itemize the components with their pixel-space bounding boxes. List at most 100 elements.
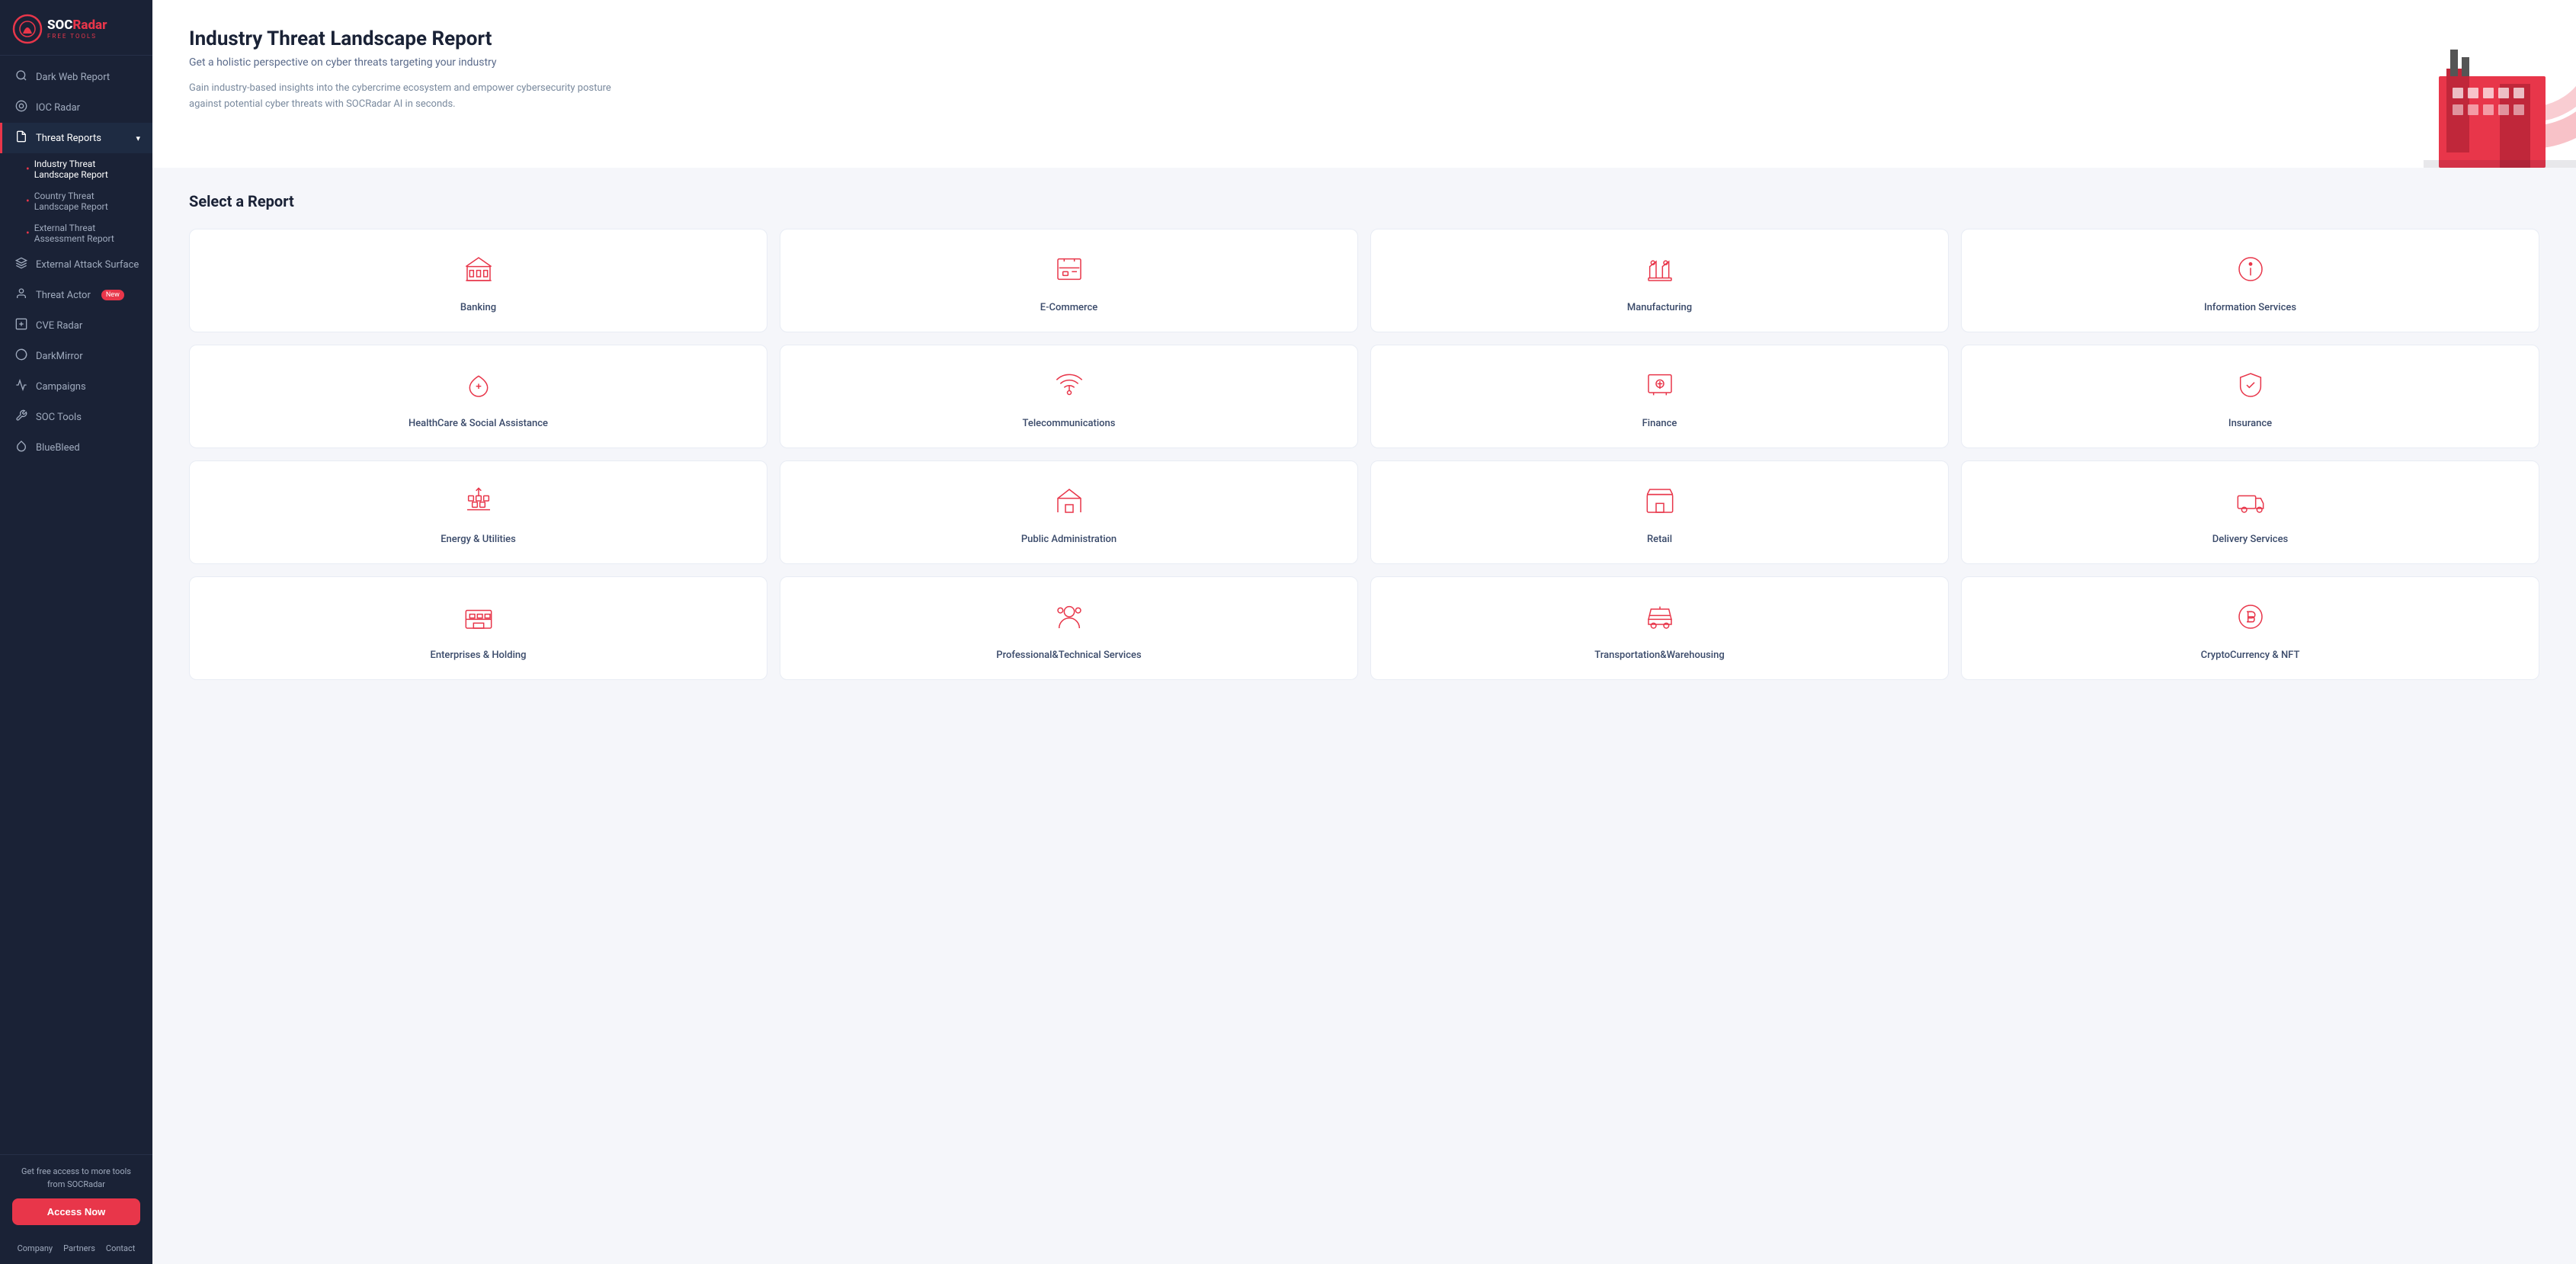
- new-badge: New: [101, 290, 124, 300]
- sub-country-threat[interactable]: Country Threat Landscape Report: [26, 185, 152, 217]
- report-card-healthcare[interactable]: HealthCare & Social Assistance: [189, 345, 767, 448]
- report-card-telecom[interactable]: Telecommunications: [780, 345, 1358, 448]
- report-card-professional[interactable]: Professional&Technical Services: [780, 576, 1358, 680]
- threat-reports-label: Threat Reports: [36, 133, 101, 144]
- healthcare-icon: [463, 370, 494, 407]
- threat-reports-arrow: ▾: [136, 133, 140, 143]
- logo-icon: [12, 14, 43, 44]
- main-content: Industry Threat Landscape Report Get a h…: [152, 0, 2576, 1264]
- darkmirror-label: DarkMirror: [36, 351, 83, 362]
- bluebleed-label: BlueBleed: [36, 442, 80, 454]
- report-card-ecommerce[interactable]: E-Commerce: [780, 229, 1358, 332]
- sub-external-label: External Threat Assessment Report: [34, 223, 140, 244]
- logo-area: SOCRadar FREE TOOLS: [0, 0, 152, 56]
- sidebar-item-ext-attack[interactable]: External Attack Surface: [0, 249, 152, 280]
- retail-icon: [1645, 486, 1675, 523]
- sidebar-item-threat-actor[interactable]: Threat Actor New: [0, 280, 152, 310]
- sub-external-threat[interactable]: External Threat Assessment Report: [26, 217, 152, 249]
- report-card-information-services[interactable]: Information Services: [1961, 229, 2539, 332]
- info-icon: [2235, 254, 2266, 291]
- bluebleed-icon: [14, 440, 28, 455]
- crypto-icon: [2235, 602, 2266, 639]
- ext-attack-icon: [14, 257, 28, 272]
- report-label-energy: Energy & Utilities: [441, 534, 516, 545]
- hero-illustration: [2347, 0, 2576, 168]
- sidebar-promo: Get free access to more tools from SOCRa…: [12, 1166, 140, 1191]
- transport-icon: [1645, 602, 1675, 639]
- sidebar-footer: Company Partners Contact: [0, 1236, 152, 1264]
- ioc-label: IOC Radar: [36, 102, 80, 114]
- professional-icon: [1054, 602, 1085, 639]
- finance-icon: [1645, 370, 1675, 407]
- sidebar: SOCRadar FREE TOOLS Dark Web Report IOC …: [0, 0, 152, 1264]
- report-card-finance[interactable]: Finance: [1370, 345, 1949, 448]
- footer-partners[interactable]: Partners: [63, 1243, 95, 1253]
- ioc-icon: [14, 100, 28, 115]
- report-label-transport: Transportation&Warehousing: [1594, 650, 1724, 661]
- logo-tagline: FREE TOOLS: [47, 33, 107, 40]
- report-card-crypto[interactable]: CryptoCurrency & NFT: [1961, 576, 2539, 680]
- sidebar-item-dark-web[interactable]: Dark Web Report: [0, 62, 152, 92]
- insurance-icon: [2235, 370, 2266, 407]
- footer-company[interactable]: Company: [18, 1243, 53, 1253]
- report-card-retail[interactable]: Retail: [1370, 460, 1949, 564]
- campaigns-icon: [14, 379, 28, 394]
- soc-tools-label: SOC Tools: [36, 412, 82, 423]
- report-label-finance: Finance: [1642, 418, 1677, 429]
- public-icon: [1054, 486, 1085, 523]
- hero-title: Industry Threat Landscape Report: [189, 27, 2539, 50]
- threat-reports-submenu: Industry Threat Landscape Report Country…: [0, 153, 152, 249]
- report-label-crypto: CryptoCurrency & NFT: [2201, 650, 2300, 661]
- report-label-public-admin: Public Administration: [1021, 534, 1117, 545]
- report-card-enterprises[interactable]: Enterprises & Holding: [189, 576, 767, 680]
- report-label-banking: Banking: [460, 302, 496, 313]
- sub-country-label: Country Threat Landscape Report: [34, 191, 140, 212]
- sidebar-item-threat-reports[interactable]: Threat Reports ▾: [0, 123, 152, 153]
- sidebar-item-bluebleed[interactable]: BlueBleed: [0, 432, 152, 463]
- threat-actor-label: Threat Actor: [36, 290, 91, 301]
- sidebar-item-soc-tools[interactable]: SOC Tools: [0, 402, 152, 432]
- cve-icon: [14, 318, 28, 333]
- report-card-manufacturing[interactable]: Manufacturing: [1370, 229, 1949, 332]
- hero-description: Gain industry-based insights into the cy…: [189, 81, 631, 113]
- sub-industry-threat[interactable]: Industry Threat Landscape Report: [26, 153, 152, 185]
- delivery-icon: [2235, 486, 2266, 523]
- telecom-icon: [1054, 370, 1085, 407]
- ext-attack-label: External Attack Surface: [36, 259, 139, 271]
- report-label-healthcare: HealthCare & Social Assistance: [409, 418, 548, 429]
- report-card-energy[interactable]: Energy & Utilities: [189, 460, 767, 564]
- ecommerce-icon: [1054, 254, 1085, 291]
- reports-section: Select a Report Banking E-Commerce Manuf…: [152, 168, 2576, 704]
- report-label-telecom: Telecommunications: [1023, 418, 1116, 429]
- bank-icon: [463, 254, 494, 291]
- sidebar-bottom: Get free access to more tools from SOCRa…: [0, 1154, 152, 1236]
- access-now-button[interactable]: Access Now: [12, 1198, 140, 1225]
- darkmirror-icon: [14, 348, 28, 364]
- report-card-public-admin[interactable]: Public Administration: [780, 460, 1358, 564]
- sidebar-item-ioc[interactable]: IOC Radar: [0, 92, 152, 123]
- report-label-professional: Professional&Technical Services: [996, 650, 1141, 661]
- report-label-information-services: Information Services: [2204, 302, 2296, 313]
- hero-subtitle: Get a holistic perspective on cyber thre…: [189, 56, 2539, 69]
- sidebar-item-darkmirror[interactable]: DarkMirror: [0, 341, 152, 371]
- report-card-transport[interactable]: Transportation&Warehousing: [1370, 576, 1949, 680]
- sidebar-item-cve[interactable]: CVE Radar: [0, 310, 152, 341]
- report-card-delivery[interactable]: Delivery Services: [1961, 460, 2539, 564]
- report-label-delivery: Delivery Services: [2212, 534, 2288, 545]
- logo-radar: Radar: [72, 18, 107, 33]
- report-card-insurance[interactable]: Insurance: [1961, 345, 2539, 448]
- sidebar-item-campaigns[interactable]: Campaigns: [0, 371, 152, 402]
- sidebar-nav: Dark Web Report IOC Radar Threat Reports…: [0, 56, 152, 1154]
- footer-contact[interactable]: Contact: [106, 1243, 135, 1253]
- hero-section: Industry Threat Landscape Report Get a h…: [152, 0, 2576, 168]
- reports-grid: Banking E-Commerce Manufacturing Informa…: [189, 229, 2539, 680]
- threat-actor-icon: [14, 287, 28, 303]
- sub-industry-label: Industry Threat Landscape Report: [34, 159, 140, 180]
- section-title: Select a Report: [189, 192, 2539, 210]
- campaigns-label: Campaigns: [36, 381, 86, 393]
- report-label-retail: Retail: [1647, 534, 1672, 545]
- logo-soc: SOC: [47, 18, 72, 33]
- report-card-banking[interactable]: Banking: [189, 229, 767, 332]
- dark-web-icon: [14, 69, 28, 85]
- soc-tools-icon: [14, 409, 28, 425]
